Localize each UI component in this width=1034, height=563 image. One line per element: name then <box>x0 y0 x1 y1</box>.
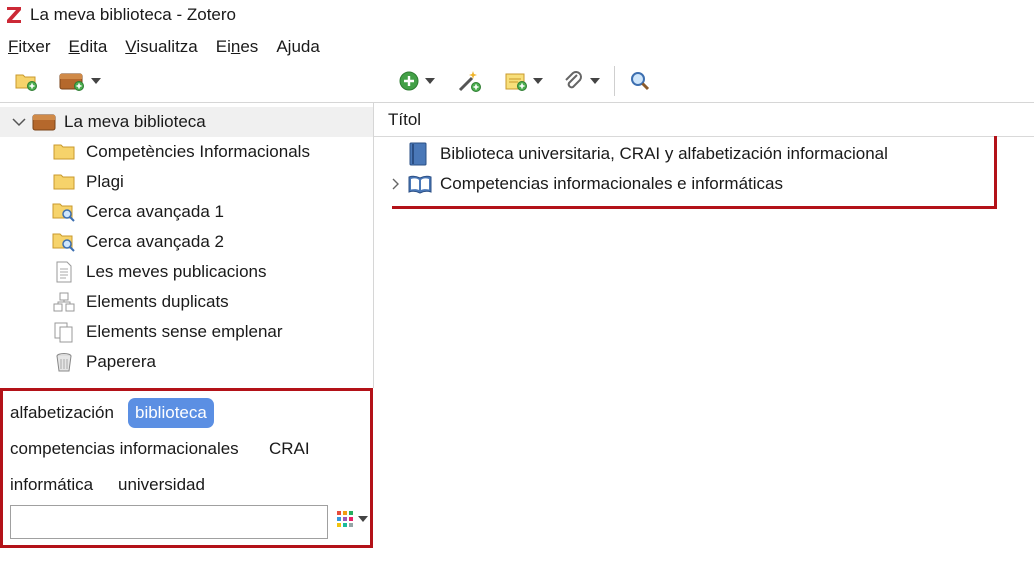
chevron-down-icon[interactable] <box>12 117 26 127</box>
my-publications[interactable]: Les meves publicacions <box>52 257 266 287</box>
duplicates-icon <box>53 292 75 312</box>
collection-competencies[interactable]: Competències Informacionals <box>52 137 310 167</box>
zotero-logo-icon <box>7 7 21 23</box>
tag-actions-button[interactable] <box>337 511 368 527</box>
add-by-identifier-icon <box>458 71 481 92</box>
new-item-icon <box>399 71 419 91</box>
items-pane: Títol Biblioteca universitaria, CRAI y a… <box>374 103 1034 563</box>
publications-icon <box>56 261 72 283</box>
tag-alfabetizacion[interactable]: alfabetización <box>3 398 121 428</box>
add-by-identifier-button[interactable] <box>457 68 483 94</box>
duplicate-items[interactable]: Elements duplicats <box>52 287 229 317</box>
search-button[interactable] <box>629 68 651 94</box>
chevron-down-icon <box>425 78 435 84</box>
add-attachment-button[interactable] <box>563 68 600 94</box>
toolbar-separator <box>614 66 615 96</box>
folder-icon <box>53 144 75 160</box>
collections-pane: La meva biblioteca Competències Informac… <box>0 103 374 388</box>
menu-fitxer[interactable]: Fitxer <box>8 37 51 57</box>
attachment-icon <box>565 71 582 89</box>
library-name: La meva biblioteca <box>64 112 206 131</box>
unfiled-items[interactable]: Elements sense emplenar <box>52 317 283 347</box>
trash-icon <box>56 353 72 372</box>
menu-eines[interactable]: Eines <box>216 37 259 57</box>
tag-competencias-informacionales[interactable]: competencias informacionales <box>3 434 246 464</box>
item-row[interactable]: Biblioteca universitaria, CRAI y alfabet… <box>392 139 888 169</box>
saved-search-icon <box>52 203 75 222</box>
toolbar <box>0 62 1034 100</box>
search-icon <box>631 72 650 91</box>
color-grid-icon <box>337 511 353 527</box>
tag-informatica[interactable]: informática <box>3 470 100 500</box>
new-note-button[interactable] <box>504 68 543 94</box>
menu-ajuda[interactable]: Ajuda <box>276 37 320 57</box>
tag-filter-input[interactable] <box>10 505 328 539</box>
saved-search-icon <box>52 233 75 252</box>
saved-search-1[interactable]: Cerca avançada 1 <box>52 197 224 227</box>
chevron-down-icon <box>358 516 368 522</box>
library-row[interactable]: La meva biblioteca <box>0 107 373 137</box>
title-column-header[interactable]: Títol <box>374 103 1034 137</box>
collection-plagi[interactable]: Plagi <box>52 167 124 197</box>
menu-visualitza[interactable]: Visualitza <box>125 37 197 57</box>
new-collection-button[interactable] <box>14 68 38 94</box>
menu-bar: Fitxer Edita Visualitza Eines Ajuda <box>0 34 330 60</box>
title-bar: La meva biblioteca - Zotero <box>0 0 1034 30</box>
new-library-button[interactable] <box>58 68 101 94</box>
chevron-down-icon <box>533 78 543 84</box>
new-item-button[interactable] <box>398 68 435 94</box>
tag-crai[interactable]: CRAI <box>262 434 317 464</box>
trash[interactable]: Paperera <box>52 347 156 377</box>
window-title: La meva biblioteca - Zotero <box>30 5 236 24</box>
journal-article-icon <box>409 142 427 166</box>
chevron-down-icon <box>590 78 600 84</box>
book-icon <box>408 175 432 194</box>
tag-biblioteca[interactable]: biblioteca <box>128 398 214 428</box>
item-row[interactable]: Competencias informacionales e informáti… <box>392 169 783 199</box>
tag-selector: alfabetización biblioteca competencias i… <box>0 388 373 548</box>
tag-universidad[interactable]: universidad <box>111 470 212 500</box>
chevron-right-icon[interactable] <box>392 178 400 190</box>
new-collection-icon <box>15 74 37 91</box>
new-library-icon <box>59 73 84 91</box>
chevron-down-icon <box>91 78 101 84</box>
new-note-icon <box>505 73 527 91</box>
folder-icon <box>53 174 75 190</box>
menu-edita[interactable]: Edita <box>69 37 108 57</box>
saved-search-2[interactable]: Cerca avançada 2 <box>52 227 224 257</box>
library-icon <box>32 114 56 131</box>
unfiled-icon <box>54 322 73 343</box>
